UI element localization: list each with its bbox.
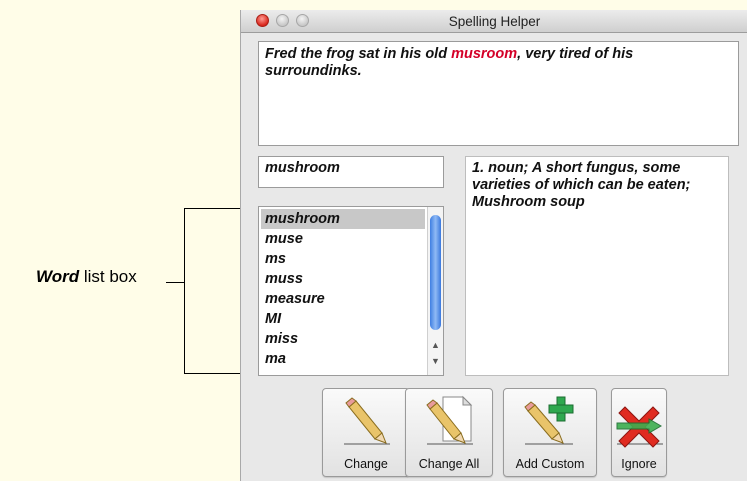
red-x-icon xyxy=(616,406,663,448)
sentence-before: Fred the frog sat in his old xyxy=(265,46,452,62)
list-item[interactable]: mushroom xyxy=(261,209,425,229)
word-list-box[interactable]: mushroom muse ms muss measure MI miss ma… xyxy=(258,206,444,376)
window-titlebar[interactable]: Spelling Helper xyxy=(241,10,747,33)
add-custom-button[interactable]: Add Custom xyxy=(503,388,597,477)
pencil-icon xyxy=(344,397,390,445)
list-item[interactable]: miss xyxy=(261,329,425,349)
list-item[interactable]: ms xyxy=(261,249,425,269)
change-button-label: Change xyxy=(344,457,388,471)
list-item[interactable]: muss xyxy=(261,269,425,289)
change-button[interactable]: Change xyxy=(322,388,410,477)
list-item[interactable]: MI xyxy=(261,309,425,329)
annotation-pointer-line xyxy=(166,282,184,283)
list-item[interactable]: measure xyxy=(261,289,425,309)
sentence-text-area[interactable]: Fred the frog sat in his old musroom, ve… xyxy=(258,41,739,146)
annotation-label-bold: Word xyxy=(36,267,80,286)
spelling-helper-window: Spelling Helper Fred the frog sat in his… xyxy=(240,10,747,481)
annotation-label-rest: list box xyxy=(79,267,137,286)
action-buttons: Change Change All Add Custom Ignore xyxy=(241,388,747,478)
ignore-button[interactable]: Ignore xyxy=(611,388,667,477)
replacement-word-field[interactable]: mushroom xyxy=(258,156,444,188)
scroll-up-arrow-icon[interactable]: ▲ xyxy=(431,341,440,350)
change-all-button[interactable]: Change All xyxy=(405,388,493,477)
annotation-bracket xyxy=(184,208,240,374)
scroll-down-arrow-icon[interactable]: ▼ xyxy=(431,357,440,366)
list-item[interactable]: muse xyxy=(261,229,425,249)
misspelled-word: musroom xyxy=(451,46,518,62)
window-title: Spelling Helper xyxy=(448,14,541,29)
pencil-plus-icon xyxy=(524,396,574,445)
list-scrollbar[interactable]: ▲ ▼ xyxy=(427,207,443,375)
change-all-button-label: Change All xyxy=(418,457,480,471)
pencil-document-icon xyxy=(426,395,473,445)
ignore-button-label: Ignore xyxy=(621,457,657,471)
list-item[interactable]: ma xyxy=(261,349,425,369)
scrollbar-thumb[interactable] xyxy=(430,215,441,330)
suggestion-list: mushroom muse ms muss measure MI miss ma xyxy=(261,209,425,369)
add-custom-button-label: Add Custom xyxy=(515,457,585,471)
definition-panel: 1. noun; A short fungus, some varieties … xyxy=(465,156,729,376)
word-list-box-annotation: Word list box xyxy=(36,267,137,287)
